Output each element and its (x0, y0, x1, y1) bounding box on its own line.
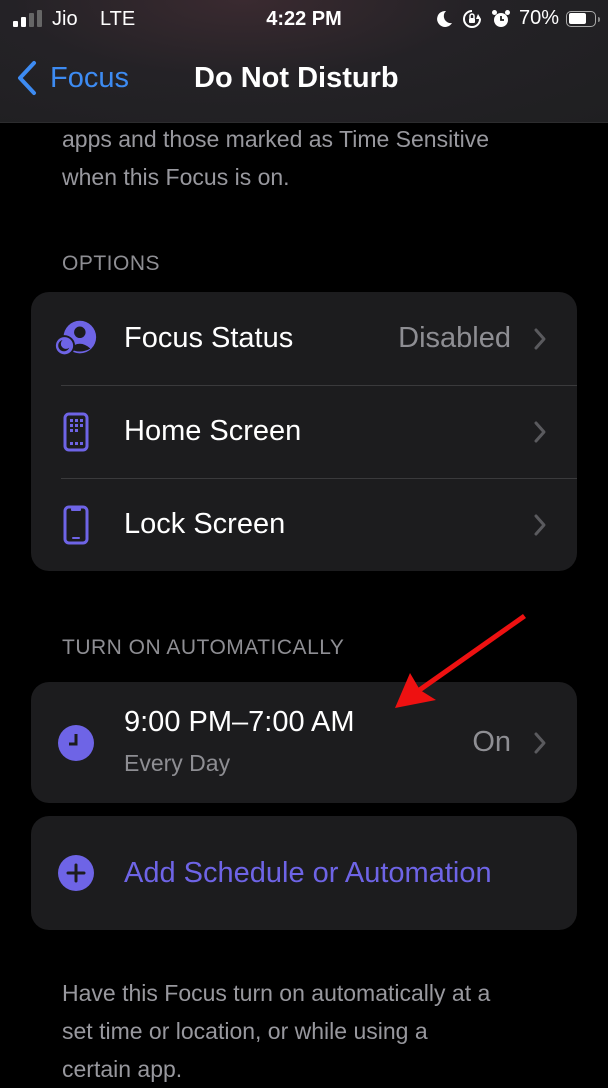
chevron-right-icon (534, 732, 546, 753)
focus-status-row[interactable]: Focus Status Disabled (31, 292, 577, 385)
schedule-group: 9:00 PM–7:00 AM Every Day On (31, 682, 577, 803)
automation-footer: Have this Focus turn on automatically at… (62, 974, 490, 1088)
battery-icon (566, 10, 600, 27)
add-schedule-button[interactable]: Add Schedule or Automation (31, 816, 577, 930)
options-group: Focus Status Disabled Home Screen Lock S… (31, 292, 577, 571)
intro-description: apps and those marked as Time Sensitive … (62, 120, 489, 196)
clock-icon (53, 720, 99, 766)
page-title: Do Not Disturb (194, 62, 399, 94)
lock-screen-icon (53, 502, 99, 548)
status-icons: 70% (434, 7, 600, 30)
chevron-right-icon (534, 328, 546, 349)
chevron-right-icon (534, 514, 546, 535)
lock-screen-row[interactable]: Lock Screen (31, 478, 577, 571)
footer-line: set time or location, or while using a (62, 1018, 428, 1044)
top-bar: Jio LTE 4:22 PM 70% Focus Do Not Disturb (0, 0, 608, 123)
arrow-shaft (418, 614, 526, 692)
navigation-bar: Focus Do Not Disturb (0, 52, 608, 108)
lock-screen-label: Lock Screen (124, 508, 286, 540)
moon-icon (437, 10, 452, 27)
alarm-icon (491, 9, 510, 27)
intro-line: apps and those marked as Time Sensitive (62, 126, 490, 152)
battery-level (568, 13, 586, 24)
schedule-repeat: Every Day (124, 750, 231, 776)
add-automation-group: Add Schedule or Automation (31, 816, 577, 930)
focus-status-label: Focus Status (124, 322, 294, 354)
footer-line: Have this Focus turn on automatically at… (62, 980, 491, 1006)
status-bar: Jio LTE 4:22 PM 70% (0, 0, 608, 40)
footer-line: certain app. (62, 1056, 183, 1082)
chevron-left-icon (18, 61, 36, 95)
battery-percent: 70% (518, 7, 559, 29)
add-schedule-label: Add Schedule or Automation (124, 856, 492, 889)
focus-status-value: Disabled (398, 322, 511, 354)
home-screen-label: Home Screen (124, 415, 302, 447)
home-screen-icon (53, 409, 99, 455)
plus-circle-icon (53, 850, 99, 896)
home-screen-row[interactable]: Home Screen (31, 385, 577, 478)
schedule-row[interactable]: 9:00 PM–7:00 AM Every Day On (31, 682, 577, 803)
rotation-lock-icon (463, 9, 481, 28)
focus-status-icon (53, 316, 99, 362)
chevron-right-icon (534, 421, 546, 442)
back-button[interactable]: Focus (16, 60, 129, 96)
schedule-time-range: 9:00 PM–7:00 AM (124, 706, 355, 738)
automation-header: TURN ON AUTOMATICALLY (62, 636, 345, 659)
intro-line: when this Focus is on. (62, 164, 290, 190)
back-label: Focus (50, 61, 129, 94)
options-header: OPTIONS (62, 252, 161, 275)
schedule-state: On (472, 726, 511, 758)
